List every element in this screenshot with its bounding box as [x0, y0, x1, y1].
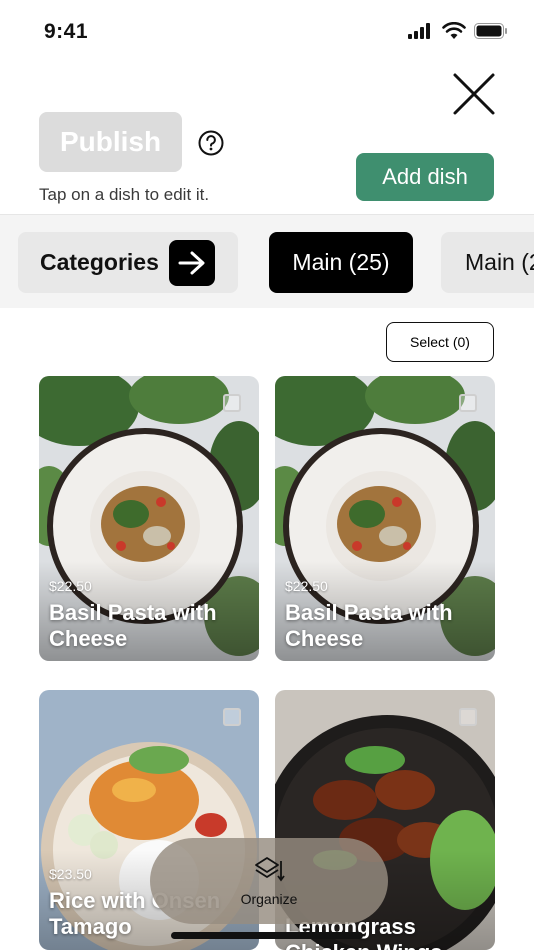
- status-bar: 9:41: [0, 0, 534, 64]
- status-time: 9:41: [44, 20, 89, 43]
- publish-button[interactable]: Publish: [39, 112, 182, 172]
- dish-price: $22.50: [285, 578, 328, 594]
- categories-button[interactable]: Categories: [18, 232, 238, 293]
- dish-price: $22.50: [49, 578, 92, 594]
- dish-card[interactable]: $22.50 Basil Pasta with Cheese: [39, 376, 259, 661]
- cellular-signal-icon: [408, 23, 430, 39]
- tap-hint-text: Tap on a dish to edit it.: [39, 185, 210, 204]
- dish-name: Basil Pasta with Cheese: [49, 600, 217, 651]
- tab-main-2[interactable]: Main (2: [441, 232, 534, 293]
- categories-label: Categories: [40, 249, 159, 275]
- status-icons: [408, 22, 508, 40]
- home-indicator: [171, 932, 363, 939]
- organize-button[interactable]: Organize: [150, 838, 388, 924]
- wifi-icon: [442, 22, 466, 39]
- dish-price: $23.50: [49, 866, 92, 882]
- select-button[interactable]: Select (0): [386, 322, 494, 362]
- dish-checkbox[interactable]: [459, 394, 477, 412]
- battery-icon: [474, 23, 507, 39]
- dish-checkbox[interactable]: [223, 708, 241, 726]
- tab-main-active[interactable]: Main (25): [269, 232, 413, 293]
- add-dish-button[interactable]: Add dish: [356, 153, 494, 201]
- dish-checkbox[interactable]: [459, 708, 477, 726]
- organize-layers-icon: [255, 857, 285, 882]
- organize-label: Organize: [240, 891, 298, 907]
- dish-name: Basil Pasta with Cheese: [285, 600, 453, 651]
- dish-checkbox[interactable]: [223, 394, 241, 412]
- category-bar: Categories Main (25) Main (2: [0, 214, 534, 308]
- help-icon[interactable]: [198, 130, 224, 156]
- close-icon: [453, 73, 495, 115]
- dish-card[interactable]: $22.50 Basil Pasta with Cheese: [275, 376, 495, 661]
- arrow-right-icon: [169, 240, 215, 286]
- close-button[interactable]: [450, 70, 498, 118]
